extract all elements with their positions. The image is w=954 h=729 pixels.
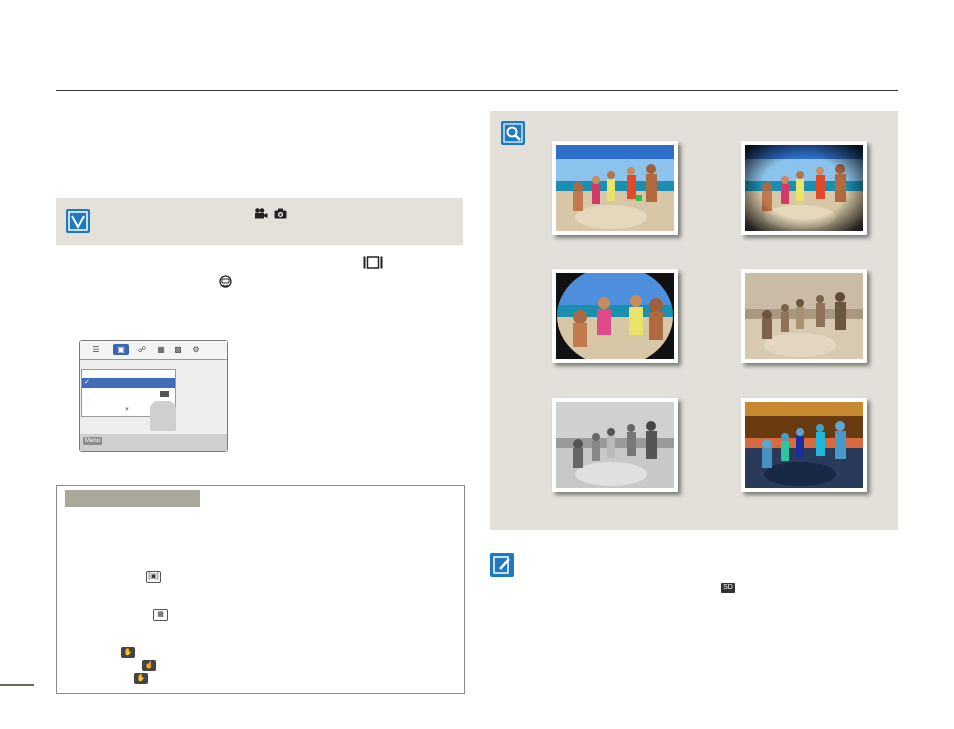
effect-photo-sepia — [741, 269, 867, 363]
frame-icon: [▣] — [146, 571, 161, 583]
recording-mode-icons — [254, 208, 287, 222]
lcd-menu-screen: ☰ ▣ ☍ ▦ ▩ ⚙ ▲ ✓ ▼ Menu — [79, 340, 228, 452]
effect-photo-black-white — [552, 398, 678, 492]
lcd-menu-tabs: ☰ ▣ ☍ ▦ ▩ ⚙ — [80, 341, 227, 360]
display-frame-icon — [363, 256, 383, 274]
header-rule — [56, 90, 898, 91]
magnifier-icon — [501, 121, 525, 145]
effect-photo-normal — [552, 141, 678, 235]
effect-photo-negative — [741, 398, 867, 492]
lcd-menu-button[interactable]: Menu — [83, 437, 103, 445]
effect-photo-fisheye — [552, 269, 678, 363]
lcd-scroll-down-icon[interactable]: ▼ — [124, 407, 130, 413]
video-camera-icon — [254, 208, 274, 222]
effect-photo-vignette — [741, 141, 867, 235]
pencil-icon — [490, 553, 514, 577]
hand-back-icon: ☝ — [142, 660, 156, 671]
camera-icon — [274, 208, 287, 222]
lcd-tab-shooting[interactable]: ☍ — [136, 344, 148, 355]
sd-card-icon: SD — [721, 583, 735, 593]
lcd-bottom-bar — [80, 434, 227, 451]
hand-icon: ✋ — [121, 647, 135, 658]
tip-box — [56, 485, 465, 694]
lcd-option-icon — [160, 391, 169, 397]
checkmark-icon: ✓ — [84, 379, 90, 386]
hand-next-icon: ✋ — [134, 673, 148, 684]
lcd-tab-frame[interactable]: ▦ — [155, 344, 167, 355]
page-side-mark — [0, 684, 34, 686]
lcd-tab-setup[interactable]: ⚙ — [190, 344, 202, 355]
lcd-tab-effect[interactable]: ▣ — [113, 344, 129, 355]
lcd-tab-stabilizer[interactable]: ▩ — [172, 344, 184, 355]
film-icon: ▦ — [153, 609, 168, 621]
tip-label-bar — [65, 490, 200, 507]
diver-icon — [219, 275, 232, 293]
lcd-preview-figure — [150, 401, 176, 431]
lcd-selected-option[interactable]: ✓ — [82, 378, 175, 388]
lcd-tab-settings[interactable]: ☰ — [90, 344, 102, 355]
check-icon — [66, 209, 90, 233]
